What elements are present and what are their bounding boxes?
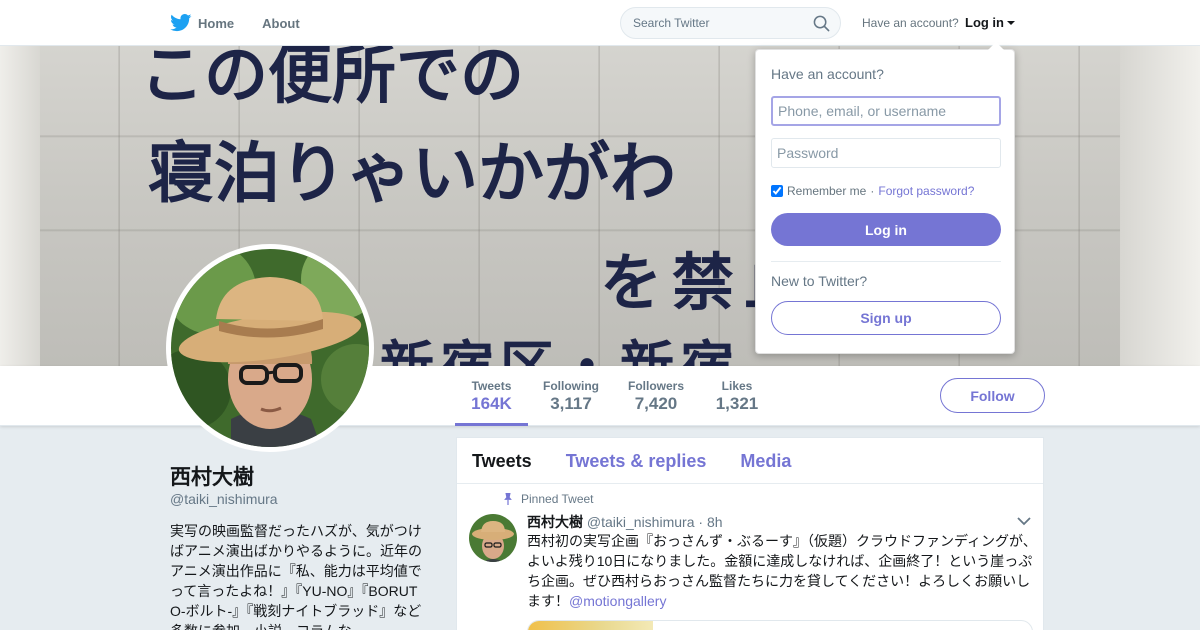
stat-followers-label: Followers	[627, 379, 684, 393]
signup-button[interactable]: Sign up	[771, 301, 1001, 335]
follow-button[interactable]: Follow	[940, 378, 1045, 413]
search-box[interactable]	[620, 7, 841, 39]
tweet-author-handle[interactable]: @taiki_nishimura	[587, 514, 695, 530]
dropdown-divider	[771, 261, 1001, 262]
chevron-down-icon[interactable]	[1017, 516, 1031, 526]
banner-pillar-right	[1120, 46, 1200, 366]
login-button[interactable]: Log in	[771, 213, 1001, 246]
stat-tweets[interactable]: Tweets 164K	[455, 366, 528, 426]
forgot-password-link[interactable]: Forgot password?	[878, 184, 974, 198]
banner-pillar-left	[0, 46, 40, 366]
nav-home-label: Home	[198, 15, 235, 31]
pinned-tweet-label: Pinned Tweet	[521, 492, 594, 506]
twitter-bird-icon	[170, 14, 192, 32]
new-to-twitter-text: New to Twitter?	[771, 273, 868, 289]
stat-likes-label: Likes	[721, 379, 753, 393]
stat-following-value: 3,117	[550, 394, 592, 413]
nav-links: Home About	[170, 0, 328, 46]
stat-likes-value: 1,321	[715, 394, 759, 413]
tweet-separator: ·	[698, 514, 704, 530]
remember-row: Remember me · Forgot password?	[771, 184, 974, 198]
tweet-text: 西村初の実写企画『おっさんず・ぶるーす』（仮題）クラウドファンディングが、よいよ…	[527, 531, 1037, 611]
stat-following[interactable]: Following 3,117	[536, 366, 606, 426]
tweet-mention-link[interactable]: @motiongallery	[569, 593, 666, 609]
tweet-avatar-photo	[469, 514, 517, 562]
profile-handle: @taiki_nishimura	[170, 491, 278, 507]
profile-bio: 実写の映画監督だったハズが、気がつけばアニメ演出ばかりやるように。近年のアニメ演…	[170, 523, 422, 630]
stat-followers[interactable]: Followers 7,420	[621, 366, 691, 426]
search-icon[interactable]	[813, 15, 830, 32]
tweet-header: 西村大樹 @taiki_nishimura · 8h	[527, 512, 723, 532]
avatar[interactable]	[171, 249, 369, 447]
nav-about-link[interactable]: About	[262, 16, 300, 31]
profile-avatar-frame	[166, 244, 374, 452]
stat-tweets-value: 164K	[471, 394, 512, 413]
tweet-avatar[interactable]	[469, 514, 517, 562]
login-dropdown-title: Have an account?	[771, 66, 884, 82]
tweet-author-name[interactable]: 西村大樹	[527, 514, 583, 530]
login-link-label: Log in	[965, 15, 1004, 30]
tweet-media-card[interactable]	[527, 620, 1033, 630]
login-dropdown-toggle[interactable]: Log in	[965, 15, 1015, 30]
timeline-tabs: Tweets Tweets & replies Media	[457, 438, 1043, 484]
top-navigation: Home About Have an account? Log in	[0, 0, 1200, 46]
banner-sign-line-2: 寝泊りゃいかがわ	[148, 135, 676, 212]
login-dropdown: Have an account? Remember me · Forgot pa…	[755, 42, 1015, 354]
have-account-text: Have an account?	[862, 16, 959, 30]
stat-tweets-label: Tweets	[471, 379, 512, 393]
banner-sign-line-1: この便所での	[140, 46, 524, 113]
nav-about-label: About	[262, 15, 300, 31]
stat-likes[interactable]: Likes 1,321	[707, 366, 767, 426]
remember-me-checkbox[interactable]	[771, 185, 783, 197]
password-field[interactable]	[771, 138, 1001, 168]
timeline: Tweets Tweets & replies Media Pinned Twe…	[456, 437, 1044, 630]
remember-me-label[interactable]: Remember me	[787, 184, 866, 198]
caret-down-icon	[1007, 21, 1015, 25]
stat-followers-value: 7,420	[634, 394, 678, 413]
avatar-photo	[171, 249, 369, 447]
banner-sign-line-4: 新宿区・新宿	[380, 322, 740, 366]
profile-name: 西村大樹	[170, 466, 254, 489]
search-input[interactable]	[633, 16, 808, 30]
remember-separator: ·	[870, 184, 875, 198]
tab-media[interactable]: Media	[740, 438, 791, 483]
username-field[interactable]	[771, 96, 1001, 126]
stat-following-label: Following	[543, 379, 599, 393]
tab-tweets[interactable]: Tweets	[472, 438, 532, 483]
pin-icon	[504, 493, 512, 505]
pinned-tweet-context: Pinned Tweet	[504, 492, 594, 506]
tweet-media-thumbnail	[528, 621, 653, 630]
nav-home-link[interactable]: Home	[170, 14, 234, 32]
dropdown-arrow	[988, 42, 1004, 50]
tweet-timestamp[interactable]: 8h	[707, 514, 723, 530]
tab-tweets-and-replies[interactable]: Tweets & replies	[566, 438, 707, 483]
